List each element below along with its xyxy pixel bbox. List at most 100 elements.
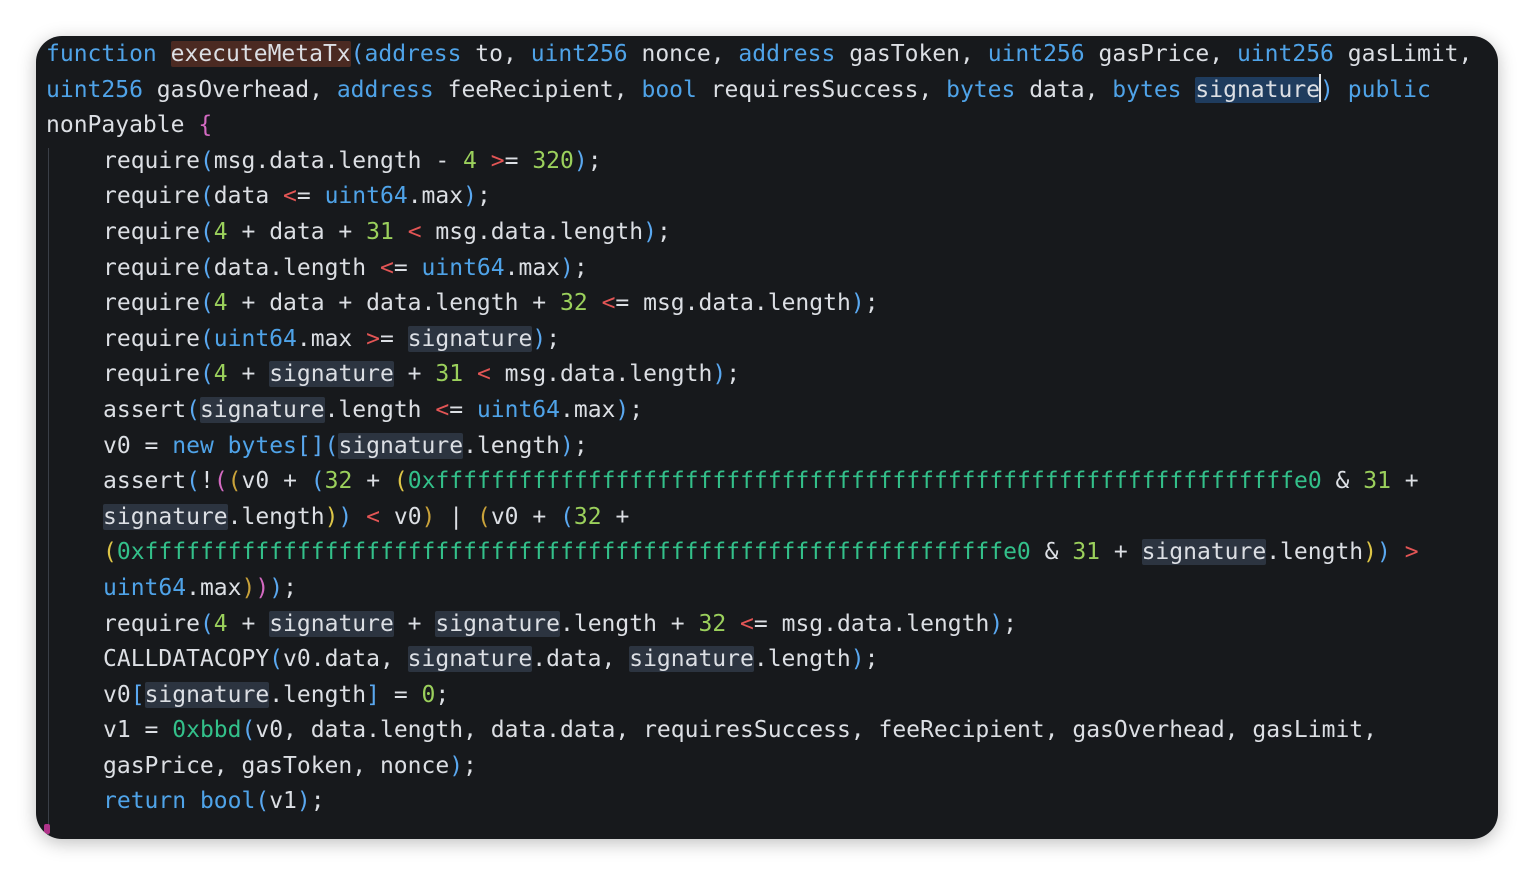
code-line[interactable]: v0[signature.length] = 0; [46,678,1472,714]
code-token: = msg.data.length [615,290,851,317]
code-token: | [435,503,477,530]
code-token: 4 [213,290,228,317]
code-token: require [103,325,200,352]
code-line[interactable]: require(4 + signature + 31 < msg.data.le… [46,357,1472,393]
code-line[interactable]: gasPrice, gasToken, nonce); [46,749,1472,785]
code-token: require [103,218,200,245]
code-token: 4 [463,147,477,174]
code-token: ( [186,396,200,423]
code-token: ( [199,325,214,352]
code-token: ) [615,396,630,423]
code-line[interactable]: require(data.length <= uint64.max); [46,251,1472,287]
selected-identifier: signature [1195,76,1321,103]
code-line[interactable]: v1 = 0xbbd(v0, data.length, data.data, r… [46,713,1472,749]
gutter-bracket-marker [44,824,50,834]
code-token: .length [227,503,325,530]
code-token: .max [560,396,616,423]
code-token: + [1100,539,1142,566]
code-token: .length [463,432,561,459]
code-token: ) [463,183,477,210]
code-token: to, [461,41,531,67]
code-line[interactable]: CALLDATACOPY(v0.data, signature.data, si… [46,642,1472,678]
code-line[interactable]: require(uint64.max >= signature); [46,322,1472,358]
code-token: v0.data, [283,646,408,673]
code-token: ( [199,218,214,245]
code-line[interactable]: v0 = new bytes[](signature.length); [46,429,1472,465]
code-token: new [172,432,214,459]
code-line[interactable]: require(4 + signature + signature.length… [46,607,1472,643]
code-token: < [476,361,491,388]
code-token: < [601,290,616,317]
highlighted-identifier: signature [629,646,754,673]
code-token: ) [1363,539,1377,566]
code-line[interactable]: assert(!((v0 + (32 + (0xffffffffffffffff… [46,464,1472,500]
code-token: ] [366,681,380,708]
code-token: > [490,147,505,174]
code-token: .max [407,183,464,210]
code-token: CALLDATACOPY [103,646,270,673]
code-token: uint64 [421,254,505,281]
code-token: 0xffffffffffffffffffffffffffffffffffffff… [116,539,1031,566]
code-token: ) [324,503,339,530]
code-token: require [103,183,200,210]
code-token: ( [199,147,214,174]
code-token: uint256 [1236,41,1334,67]
code-token: [] [296,432,325,459]
code-editor[interactable]: function executeMetaTx(address to, uint2… [46,37,1472,820]
code-line[interactable]: signature.length)) < v0) | (v0 + (32 + [46,500,1472,536]
code-line[interactable]: require(data <= uint64.max); [46,179,1472,215]
code-line[interactable]: nonPayable { [46,108,1472,144]
code-token: address [738,41,836,67]
code-token: ; [476,183,491,210]
code-token: > [1404,539,1419,566]
highlighted-identifier: signature [144,681,270,708]
code-token: msg.data.length [421,218,644,245]
code-token: ( [560,503,574,530]
code-line[interactable]: return bool(v1); [46,784,1472,820]
code-line[interactable]: uint256 gasOverhead, address feeRecipien… [46,73,1472,109]
code-token: ; [283,574,297,601]
function-name: executeMetaTx [170,41,351,67]
code-token: 32 [573,503,602,530]
code-token: v1 [269,788,297,815]
code-token: 4 [213,610,228,637]
code-line[interactable]: function executeMetaTx(address to, uint2… [46,37,1472,73]
code-token: ; [629,396,644,423]
code-token: 32 [698,610,727,637]
code-token: require [103,290,200,317]
code-token: require [103,361,200,388]
code-token: address [364,41,462,67]
code-line[interactable]: require(4 + data + 31 < msg.data.length)… [46,215,1472,251]
code-token: ( [350,41,365,67]
code-line[interactable]: (0xfffffffffffffffffffffffffffffffffffff… [46,535,1472,571]
code-token: uint64 [103,574,187,601]
code-token: + [601,503,630,530]
code-token: v0 [103,681,131,708]
code-token: gasPrice, [1084,41,1237,67]
code-token: > [366,325,380,352]
code-line[interactable]: require(4 + data + data.length + 32 <= m… [46,286,1472,322]
code-token: bytes [946,76,1016,103]
code-line[interactable]: assert(signature.length <= uint64.max); [46,393,1472,429]
code-token: = [379,681,422,708]
code-token: .max [186,574,242,601]
highlighted-identifier: signature [269,610,394,637]
code-token: bytes [227,432,297,459]
code-token: ) [532,325,547,352]
code-token: requiresSuccess, [696,76,947,103]
code-token: = msg.data.length [753,610,990,637]
code-token: 31 [366,218,394,245]
code-token: < [366,503,380,530]
code-token: ) [269,574,284,601]
code-token: + data + [227,218,367,245]
code-line[interactable]: require(msg.data.length - 4 >= 320); [46,144,1472,180]
code-line[interactable]: uint64.max))); [46,571,1472,607]
code-token: ; [1003,610,1018,637]
code-token: v0 = [103,432,173,459]
code-token: v0 + [490,503,561,530]
code-token: ( [324,432,339,459]
